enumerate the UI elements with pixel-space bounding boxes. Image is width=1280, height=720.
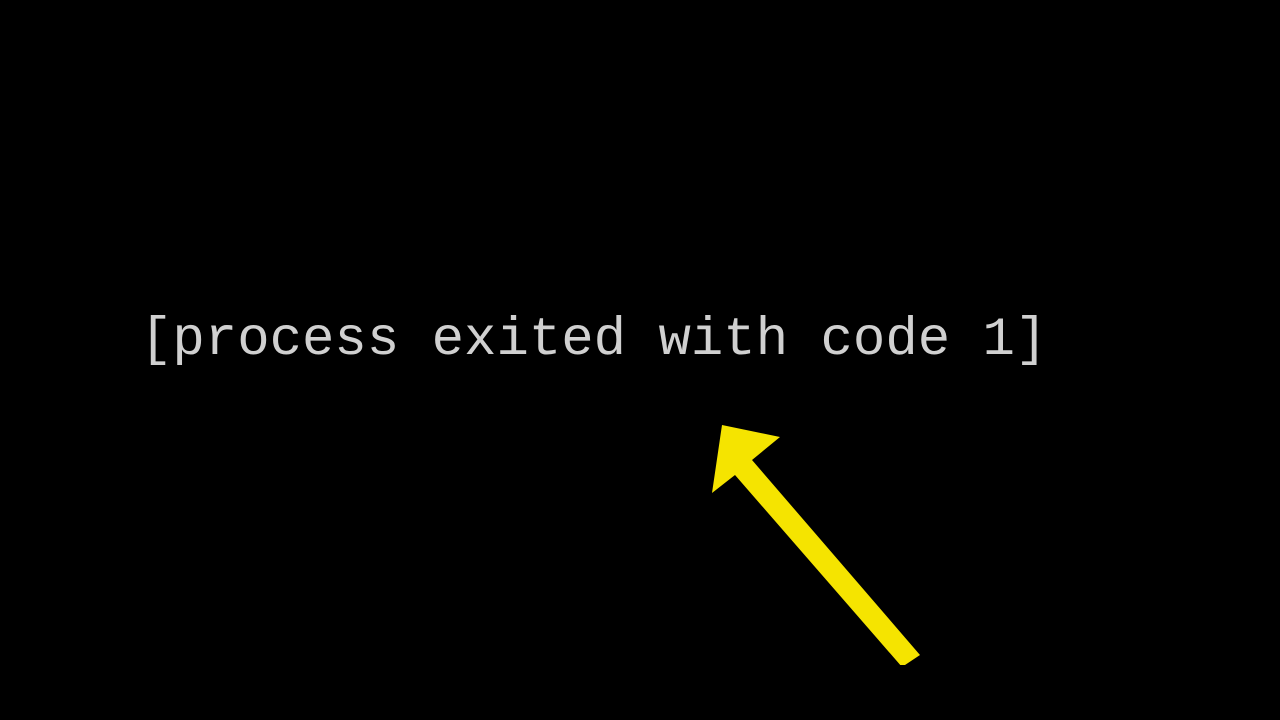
annotation-arrow-icon [710,415,930,665]
terminal-exit-message: [process exited with code 1] [140,310,1047,371]
